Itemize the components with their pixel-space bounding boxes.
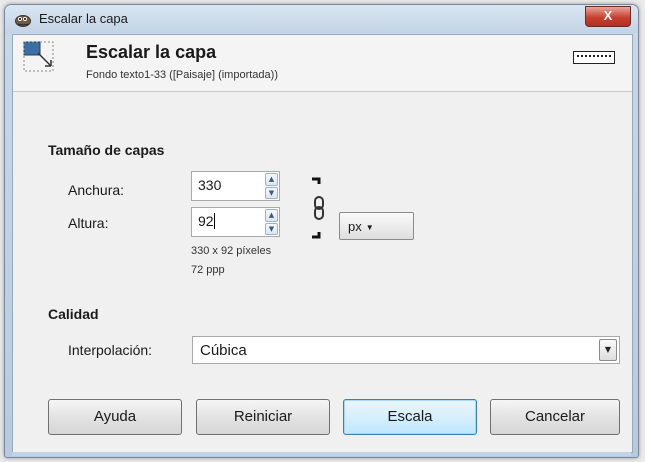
height-spinbutton[interactable]: 92 ▲ ▼: [191, 207, 280, 237]
layer-size-heading: Tamaño de capas: [48, 142, 165, 158]
interpolation-label: Interpolación:: [68, 342, 153, 358]
title-bar[interactable]: Escalar la capa X: [5, 5, 638, 33]
width-increment-icon[interactable]: ▲: [265, 173, 278, 186]
interpolation-value: Cúbica: [200, 342, 247, 359]
help-button[interactable]: Ayuda: [48, 399, 182, 435]
quality-heading: Calidad: [48, 306, 99, 322]
cancel-button[interactable]: Cancelar: [490, 399, 620, 435]
dialog-header: Escalar la capa Fondo texto1-33 ([Paisaj…: [13, 35, 632, 92]
chevron-down-icon[interactable]: ▼: [599, 339, 617, 361]
width-value[interactable]: 330: [198, 177, 221, 193]
chain-link-icon[interactable]: [310, 175, 332, 245]
resolution-info: 72 ppp: [191, 264, 225, 276]
layer-preview-icon: [573, 51, 615, 64]
width-label: Anchura:: [68, 182, 125, 198]
scale-button[interactable]: Escala: [343, 399, 477, 435]
layer-name-subtitle: Fondo texto1-33 ([Paisaje] (importada)): [86, 69, 278, 81]
width-spinbutton[interactable]: 330 ▲ ▼: [191, 171, 280, 201]
dialog-client-area: Escalar la capa Fondo texto1-33 ([Paisaj…: [12, 34, 633, 453]
scale-layer-icon: [23, 41, 55, 73]
height-value[interactable]: 92: [198, 213, 215, 229]
unit-value: px: [348, 219, 362, 234]
height-label: Altura:: [68, 215, 109, 231]
unit-dropdown[interactable]: px ▼: [339, 212, 414, 240]
window-bottom-border: [12, 452, 631, 456]
width-decrement-icon[interactable]: ▼: [265, 186, 278, 199]
dialog-title: Escalar la capa: [86, 42, 217, 62]
dimensions-info: 330 x 92 píxeles: [191, 245, 272, 257]
gimp-icon: [14, 12, 32, 27]
chevron-down-icon: ▼: [365, 223, 374, 232]
height-increment-icon[interactable]: ▲: [265, 209, 278, 222]
close-button[interactable]: X: [585, 6, 631, 27]
interpolation-select[interactable]: Cúbica ▼: [192, 336, 620, 364]
window-title: Escalar la capa: [39, 11, 128, 26]
dialog-window: Escalar la capa X Escalar la capa Fondo …: [4, 4, 639, 458]
reset-button[interactable]: Reiniciar: [196, 399, 330, 435]
height-decrement-icon[interactable]: ▼: [265, 222, 278, 235]
